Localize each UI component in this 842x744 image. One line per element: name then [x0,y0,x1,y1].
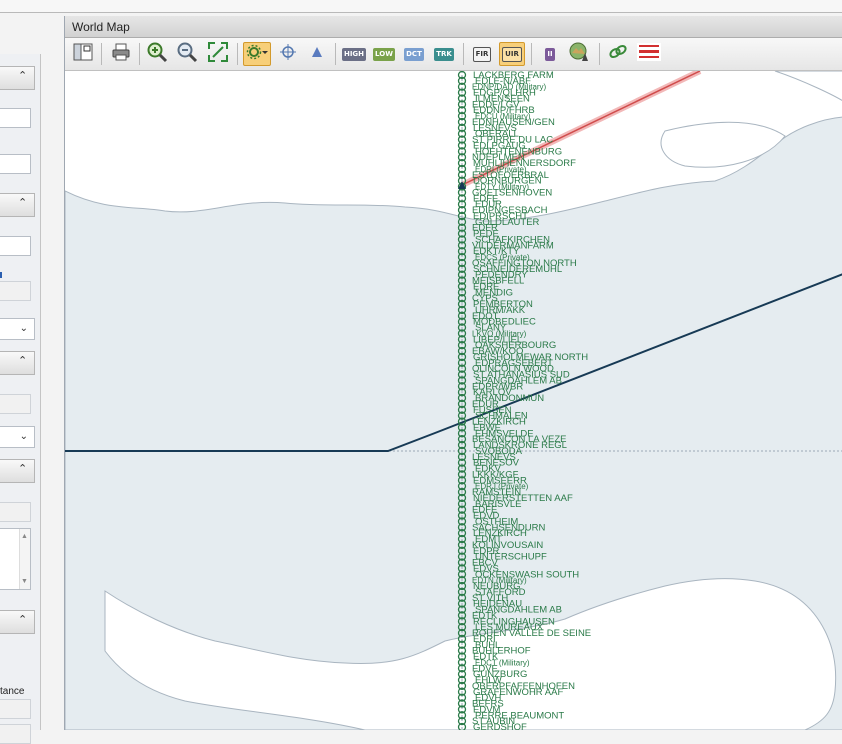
panel-section-header[interactable]: ⌃ [0,610,35,634]
panel-text-field[interactable] [0,281,31,301]
airport-filter-button[interactable] [243,42,271,66]
panel-text-field[interactable] [0,724,31,744]
airport-gear-icon [246,44,268,65]
navaid-filter-button[interactable] [276,42,300,66]
tracks-button[interactable]: TRK [432,42,456,66]
dct-routes-button[interactable]: DCT [402,42,426,66]
panel-text-area[interactable]: ▲ ▼ [0,528,31,590]
chevron-down-icon: ⌄ [19,323,28,334]
toolbar-separator [463,43,464,65]
map-toolbar: HIGH LOW DCT TRK FIR UIR II [65,38,842,71]
airport-label: GERDSHOF [473,722,527,730]
waypoint-filter-button[interactable] [305,42,329,66]
fit-icon [207,41,229,68]
crosshair-icon [279,43,297,66]
panel-section-header[interactable]: ⌃ [0,459,35,483]
left-panel: ⌃ ⌃ ⌄ ⌃ ⌄ ⌃ ▲ ▼ ⌃ tance [0,54,41,744]
layout-icon [73,42,93,67]
toolbar-separator [531,43,532,65]
toolbar-separator [237,43,238,65]
panel-section-header[interactable]: ⌃ [0,193,35,217]
fir-badge: FIR [472,46,492,62]
airspace-button[interactable]: II [538,42,562,66]
low-airways-badge: LOW [373,47,395,61]
panel-text-field[interactable] [0,236,31,256]
scrollbar[interactable]: ▲ ▼ [19,529,30,589]
map-layout-button[interactable] [71,42,95,66]
high-airways-button[interactable]: HIGH [341,42,367,66]
panel-text-field[interactable] [0,502,31,522]
window-titlebar[interactable]: World Map [65,16,842,38]
printer-icon [111,42,131,67]
terrain-button[interactable] [567,42,591,66]
world-map-window: World Map HIGH LOW DCT TRK FIR UIR II LA… [64,16,842,730]
window-title: World Map [72,20,130,34]
scroll-up-icon[interactable]: ▲ [21,533,28,540]
zoom-in-icon [146,41,168,68]
chevron-up-icon: ⌃ [18,463,28,475]
panel-link-marker [0,272,2,278]
time-display-button[interactable] [635,42,663,66]
chevron-up-icon: ⌃ [18,355,28,367]
toolbar-separator [335,43,336,65]
chevron-up-icon: ⌃ [18,70,28,82]
toolbar-separator [101,43,102,65]
chain-link-icon [607,41,629,68]
panel-dropdown[interactable]: ⌄ [0,318,35,340]
uir-badge: UIR [502,46,522,62]
chevron-up-icon: ⌃ [18,614,28,626]
panel-text-field[interactable] [0,154,31,174]
fir-boundaries-button[interactable]: FIR [470,42,494,66]
panel-section-header[interactable]: ⌃ [0,351,35,375]
print-button[interactable] [109,42,133,66]
panel-section-header[interactable]: ⌃ [0,66,35,90]
map-canvas[interactable]: LACKBERG FARM EDLE-N/ABF EDNP/DAD (Militar… [65,71,842,730]
low-airways-button[interactable]: LOW [372,42,396,66]
tracks-badge: TRK [434,47,454,61]
terrain-icon [568,41,590,68]
zoom-out-icon [176,41,198,68]
zoom-in-button[interactable] [145,42,169,66]
scroll-down-icon[interactable]: ▼ [21,578,28,585]
panel-dropdown[interactable]: ⌄ [0,426,35,448]
panel-text-field[interactable] [0,108,31,128]
toolbar-separator [139,43,140,65]
route-chain-button[interactable] [606,42,630,66]
top-strip [0,0,842,13]
triangle-icon [310,45,324,64]
chevron-down-icon: ⌄ [19,431,28,442]
high-airways-badge: HIGH [341,47,367,61]
digital-clock-icon [636,41,662,68]
dct-routes-badge: DCT [404,47,424,61]
panel-field-label: tance [0,686,25,697]
fit-extent-button[interactable] [206,41,230,68]
chevron-up-icon: ⌃ [18,197,28,209]
panel-text-field[interactable] [0,394,31,414]
panel-text-field[interactable] [0,699,31,719]
airspace-badge: II [545,47,555,61]
zoom-out-button[interactable] [175,42,199,66]
uir-boundaries-button[interactable]: UIR [499,42,525,66]
toolbar-separator [599,43,600,65]
